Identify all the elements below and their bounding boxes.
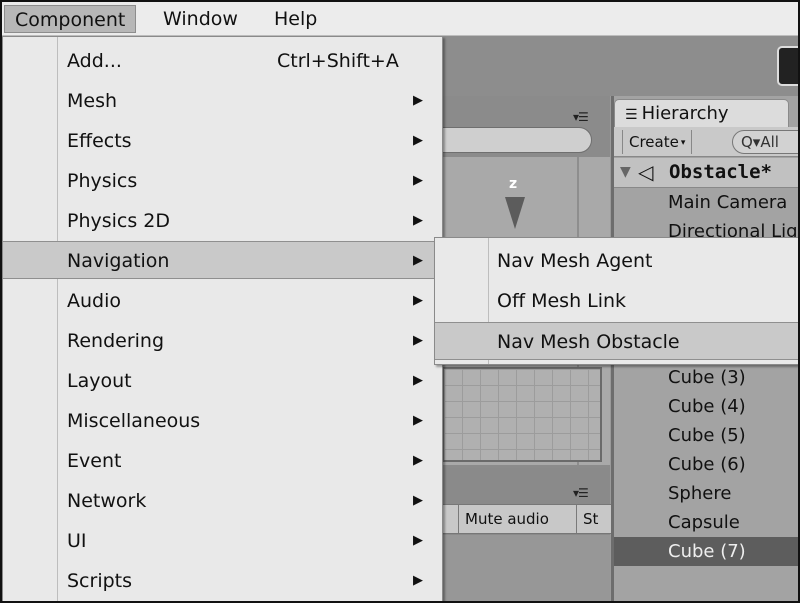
menu-item-label: Scripts xyxy=(67,570,133,592)
menu-item-nav-mesh-agent[interactable]: Nav Mesh Agent xyxy=(435,242,798,280)
submenu-arrow-icon: ▶ xyxy=(413,213,423,228)
menu-item-mesh[interactable]: Mesh ▶ xyxy=(3,82,442,120)
hierarchy-item[interactable]: Sphere xyxy=(614,479,798,508)
hierarchy-item[interactable]: Cube (4) xyxy=(614,392,798,421)
menu-item-physics[interactable]: Physics ▶ xyxy=(3,162,442,200)
tab-label: Hierarchy xyxy=(641,103,729,124)
hierarchy-search-input[interactable]: Q▾All xyxy=(732,130,798,154)
submenu-arrow-icon: ▶ xyxy=(413,253,423,268)
expand-triangle-icon[interactable]: ▼ xyxy=(620,164,631,180)
hierarchy-toolbar: Create ▾ Q▾All xyxy=(614,127,798,157)
menu-window[interactable]: Window xyxy=(153,5,248,33)
menu-item-label: Physics xyxy=(67,170,138,192)
menu-item-label: Nav Mesh Agent xyxy=(497,250,653,272)
submenu-arrow-icon: ▶ xyxy=(413,493,423,508)
panel-menu-icon[interactable]: ▾☰ xyxy=(573,110,589,124)
stats-button[interactable]: St xyxy=(576,505,604,533)
menu-item-effects[interactable]: Effects ▶ xyxy=(3,122,442,160)
submenu-arrow-icon: ▶ xyxy=(413,413,423,428)
submenu-arrow-icon: ▶ xyxy=(413,93,423,108)
scene-name: Obstacle* xyxy=(669,161,772,183)
tab-hierarchy[interactable]: ☰ Hierarchy xyxy=(614,99,789,127)
mute-audio-button[interactable]: Mute audio xyxy=(458,505,555,533)
play-button[interactable] xyxy=(777,46,798,86)
menu-item-nav-mesh-obstacle[interactable]: Nav Mesh Obstacle xyxy=(435,322,798,360)
submenu-arrow-icon: ▶ xyxy=(413,133,423,148)
hierarchy-item[interactable]: Main Camera xyxy=(614,188,798,217)
menu-item-label: Rendering xyxy=(67,330,165,352)
panel-menu-icon[interactable]: ▾☰ xyxy=(573,486,589,500)
game-view xyxy=(442,535,610,601)
create-label: Create xyxy=(629,133,679,151)
navigation-submenu: Nav Mesh Agent Off Mesh Link Nav Mesh Ob… xyxy=(434,237,798,365)
submenu-arrow-icon: ▶ xyxy=(413,573,423,588)
menu-item-audio[interactable]: Audio ▶ xyxy=(3,282,442,320)
scene-grid xyxy=(442,367,602,462)
hierarchy-item-selected[interactable]: Cube (7) xyxy=(614,537,798,566)
hierarchy-item[interactable]: Cube (6) xyxy=(614,450,798,479)
menu-item-scripts[interactable]: Scripts ▶ xyxy=(3,562,442,600)
scene-search-input[interactable] xyxy=(422,127,592,153)
menu-item-label: Nav Mesh Obstacle xyxy=(497,331,680,353)
hierarchy-item[interactable]: Cube (3) xyxy=(614,363,798,392)
menu-item-label: Network xyxy=(67,490,147,512)
menu-item-physics-2d[interactable]: Physics 2D ▶ xyxy=(3,202,442,240)
gizmo-cone-icon[interactable] xyxy=(505,197,525,229)
menu-item-label: Miscellaneous xyxy=(67,410,201,432)
menu-item-label: UI xyxy=(67,530,87,552)
menu-item-label: Event xyxy=(67,450,122,472)
submenu-arrow-icon: ▶ xyxy=(413,293,423,308)
game-view-toolbar: Mute audio St xyxy=(442,504,612,534)
menu-item-label: Effects xyxy=(67,130,132,152)
menu-item-label: Off Mesh Link xyxy=(497,290,627,312)
shortcut-label: Ctrl+Shift+A xyxy=(277,50,399,72)
hierarchy-item[interactable]: Capsule xyxy=(614,508,798,537)
submenu-arrow-icon: ▶ xyxy=(413,333,423,348)
menu-item-label: Layout xyxy=(67,370,132,392)
submenu-arrow-icon: ▶ xyxy=(413,373,423,388)
menu-item-label: Navigation xyxy=(67,250,170,272)
menu-item-ui[interactable]: UI ▶ xyxy=(3,522,442,560)
submenu-arrow-icon: ▶ xyxy=(413,533,423,548)
submenu-arrow-icon: ▶ xyxy=(413,453,423,468)
menu-item-label: Audio xyxy=(67,290,122,312)
hierarchy-item[interactable]: Cube (5) xyxy=(614,421,798,450)
menu-help[interactable]: Help xyxy=(264,5,327,33)
create-button[interactable]: Create ▾ xyxy=(622,130,693,154)
list-icon: ☰ xyxy=(625,107,638,123)
scene-root-row[interactable]: ▼ ◁ Obstacle* xyxy=(614,158,798,188)
component-menu: Add... Ctrl+Shift+A Mesh ▶ Effects ▶ Phy… xyxy=(2,36,443,601)
menu-bar: Component Window Help xyxy=(2,2,798,36)
unity-editor-window: ▾☰ z ▾☰ Mute audio St ☰ Hierarchy Create ▾… xyxy=(0,0,800,603)
menu-item-network[interactable]: Network ▶ xyxy=(3,482,442,520)
gizmo-axis-label: z xyxy=(509,176,518,192)
menu-item-label: Mesh xyxy=(67,90,118,112)
unity-logo-icon: ◁ xyxy=(638,160,654,184)
menu-item-event[interactable]: Event ▶ xyxy=(3,442,442,480)
menu-item-miscellaneous[interactable]: Miscellaneous ▶ xyxy=(3,402,442,440)
menu-item-add[interactable]: Add... Ctrl+Shift+A xyxy=(3,42,442,80)
menu-item-navigation[interactable]: Navigation ▶ xyxy=(3,241,442,279)
submenu-arrow-icon: ▶ xyxy=(413,173,423,188)
dropdown-caret-icon: ▾ xyxy=(680,137,686,148)
menu-item-layout[interactable]: Layout ▶ xyxy=(3,362,442,400)
menu-component[interactable]: Component xyxy=(4,5,137,33)
menu-item-label: Add... xyxy=(67,50,122,72)
menu-item-label: Physics 2D xyxy=(67,210,171,232)
menu-item-rendering[interactable]: Rendering ▶ xyxy=(3,322,442,360)
menu-item-off-mesh-link[interactable]: Off Mesh Link xyxy=(435,282,798,320)
